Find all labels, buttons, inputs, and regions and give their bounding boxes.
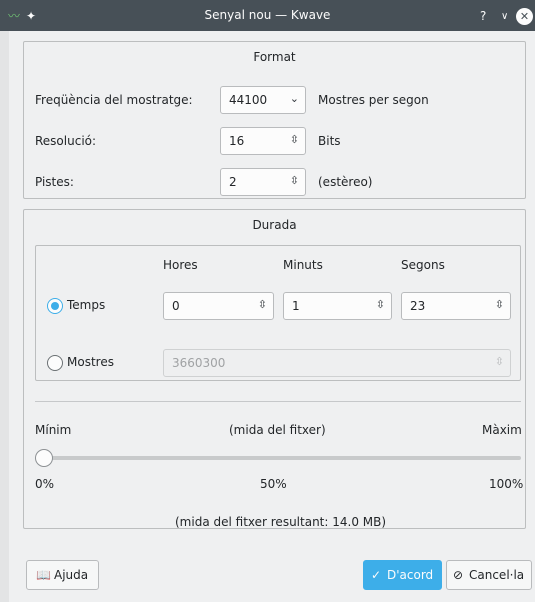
duration-group: Durada Hores Minuts Segons Temps 0 ⇳ 1 ⇳… (23, 209, 526, 529)
size-slider-track[interactable] (35, 456, 521, 460)
resolution-value: 16 (229, 134, 245, 148)
ok-button[interactable]: ✓ D'acord (363, 560, 442, 590)
window-edge (0, 31, 9, 602)
slider-tick-100: 100% (489, 477, 524, 491)
samples-value: 3660300 (172, 356, 226, 370)
hours-spinbox[interactable]: 0 ⇳ (163, 292, 274, 320)
checkmark-icon: ✓ (371, 568, 382, 582)
spin-arrows-icon[interactable]: ⇳ (495, 298, 504, 311)
samples-radio-label[interactable]: Mostres (67, 355, 114, 369)
samples-spinbox: 3660300 ⇳ (163, 349, 511, 377)
slider-tick-50: 50% (260, 477, 287, 491)
spin-arrows-icon[interactable]: ⇳ (290, 174, 299, 187)
duration-separator (35, 401, 521, 402)
close-icon[interactable]: ✕ (516, 8, 533, 25)
resolution-unit: Bits (318, 134, 341, 148)
size-slider-handle[interactable] (35, 449, 53, 467)
result-size-text: (mida del fitxer resultant: 14.0 MB) (175, 515, 387, 529)
time-radio[interactable] (47, 298, 63, 314)
cancel-circle-icon: ⊘ (453, 568, 464, 582)
help-icon[interactable]: ? (480, 8, 486, 24)
tracks-spinbox[interactable]: 2 ⇳ (220, 168, 306, 196)
minutes-value: 1 (292, 299, 300, 313)
seconds-header: Segons (401, 258, 445, 272)
sample-rate-select[interactable]: 44100 ⌄ (220, 86, 306, 114)
tracks-value: 2 (229, 175, 237, 189)
help-book-icon: 📖 (36, 568, 51, 582)
time-radio-label[interactable]: Temps (67, 298, 105, 312)
hours-header: Hores (163, 258, 198, 272)
format-group: Format Freqüència del mostratge: 44100 ⌄… (23, 41, 526, 199)
tracks-unit: (estèreo) (318, 175, 373, 189)
slider-mid-label: (mida del fitxer) (229, 423, 326, 437)
help-button-label: Ajuda (54, 568, 89, 582)
resolution-spinbox[interactable]: 16 ⇳ (220, 127, 306, 155)
format-group-title: Format (253, 50, 296, 64)
samples-radio[interactable] (47, 355, 63, 371)
hours-value: 0 (172, 299, 180, 313)
window-title: Senyal nou — Kwave (204, 8, 331, 22)
slider-max-label: Màxim (482, 423, 522, 437)
minutes-spinbox[interactable]: 1 ⇳ (283, 292, 392, 320)
sample-rate-unit: Mostres per segon (318, 93, 429, 107)
chevron-down-icon: ⌄ (289, 92, 299, 105)
spin-arrows-icon: ⇳ (494, 355, 504, 368)
cancel-button[interactable]: ⊘ Cancel·la (446, 560, 532, 590)
resolution-label: Resolució: (35, 134, 97, 148)
seconds-spinbox[interactable]: 23 ⇳ (401, 292, 511, 320)
spin-arrows-icon[interactable]: ⇳ (376, 298, 385, 311)
dialog-content: Format Freqüència del mostratge: 44100 ⌄… (9, 31, 535, 602)
tracks-label: Pistes: (35, 175, 74, 189)
help-button[interactable]: 📖 Ajuda (26, 560, 99, 590)
sample-rate-value: 44100 (229, 93, 268, 107)
cancel-button-label: Cancel·la (469, 568, 525, 582)
minimize-icon[interactable]: ∨ (501, 9, 508, 25)
sample-rate-label: Freqüència del mostratge: (35, 93, 193, 107)
slider-min-label: Mínim (35, 423, 72, 437)
minutes-header: Minuts (283, 258, 323, 272)
duration-inner-frame: Hores Minuts Segons Temps 0 ⇳ 1 ⇳ 23 ⇳ M… (35, 245, 521, 381)
slider-tick-0: 0% (35, 477, 55, 491)
spin-arrows-icon[interactable]: ⇳ (290, 133, 299, 146)
duration-group-title: Durada (252, 218, 297, 232)
ok-button-label: D'acord (387, 568, 434, 582)
spin-arrows-icon[interactable]: ⇳ (258, 298, 267, 311)
seconds-value: 23 (410, 299, 426, 313)
title-bar[interactable]: 〰 ✦ Senyal nou — Kwave ? ∨ ✕ (0, 0, 535, 32)
